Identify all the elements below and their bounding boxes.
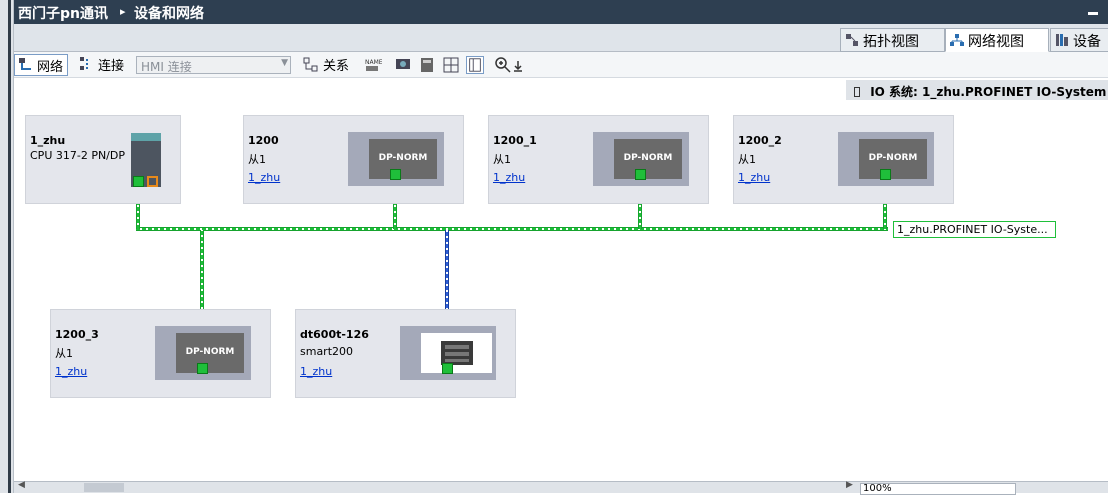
name-tag-icon[interactable]: NAME	[364, 56, 382, 74]
device-box-1200-2[interactable]: 1200_2 从1 1_zhu DP-NORM	[733, 115, 954, 204]
profinet-port[interactable]	[197, 363, 208, 374]
device-page-icon[interactable]	[418, 56, 436, 74]
device-type: 从1	[738, 153, 756, 166]
device-name: 1200_2	[738, 134, 782, 147]
breadcrumb-separator-icon: ▸	[120, 5, 126, 18]
network-mode-label: 网络	[37, 60, 64, 75]
tab-device-view[interactable]: 设备视	[1050, 28, 1108, 70]
connect-mode-icon	[80, 57, 88, 70]
dp-port[interactable]	[147, 176, 158, 187]
dp-norm-module: DP-NORM	[369, 139, 437, 179]
zoom-value: 100%	[863, 483, 892, 494]
scroll-right-icon[interactable]: ▶	[846, 480, 853, 490]
tab-label: 拓扑视图	[863, 34, 919, 50]
scroll-left-icon[interactable]: ◀	[18, 480, 25, 490]
ethernet-port[interactable]	[442, 363, 453, 374]
title-bar: 西门子pn通讯 ▸ 设备和网络	[14, 0, 1108, 24]
device-box-1200-1[interactable]: 1200_1 从1 1_zhu DP-NORM	[488, 115, 709, 204]
profinet-port[interactable]	[880, 169, 891, 180]
device-name: 1_zhu	[30, 134, 66, 147]
connect-mode-label: 连接	[98, 59, 125, 74]
breadcrumb-project[interactable]: 西门子pn通讯	[18, 3, 108, 23]
profinet-port[interactable]	[635, 169, 646, 180]
device-name: 1200_1	[493, 134, 537, 147]
breadcrumb-page[interactable]: 设备和网络	[134, 3, 204, 23]
page-layout-icon[interactable]	[466, 56, 484, 74]
network-label[interactable]: 1_zhu.PROFINET IO-Syste...	[893, 221, 1056, 238]
io-controller-link[interactable]: 1_zhu	[248, 171, 280, 184]
relation-icon[interactable]	[302, 56, 320, 74]
tab-topology-view[interactable]: 拓扑视图	[840, 28, 945, 52]
io-system-label: IO 系统: 1_zhu.PROFINET IO-System (100)	[870, 85, 1108, 99]
device-box-1200-3[interactable]: 1200_3 从1 1_zhu DP-NORM	[50, 309, 271, 398]
io-controller-link[interactable]: 1_zhu	[738, 171, 770, 184]
io-controller-link[interactable]: 1_zhu	[55, 365, 87, 378]
grid-view-icon[interactable]	[442, 56, 460, 74]
tab-network-view[interactable]: 网络视图	[945, 28, 1049, 52]
io-system-indicator[interactable]: IO 系统: 1_zhu.PROFINET IO-System (100)	[846, 80, 1108, 100]
dp-norm-module: DP-NORM	[176, 333, 244, 373]
zoom-select[interactable]: 100%	[860, 483, 1016, 495]
device-type: smart200	[300, 345, 354, 358]
device-type: 从1	[248, 153, 266, 166]
device-box-1200[interactable]: 1200 从1 1_zhu DP-NORM	[243, 115, 464, 204]
chevron-down-icon: ▼	[281, 58, 288, 68]
cpu-module-icon	[131, 133, 161, 187]
relation-label[interactable]: 关系	[323, 55, 349, 75]
io-controller-link[interactable]: 1_zhu	[300, 365, 332, 378]
svg-text:NAME: NAME	[365, 59, 382, 66]
network-icon	[950, 34, 964, 46]
bottom-scroll-bar[interactable]: ◀ ▶ 100%	[14, 480, 1108, 495]
pin-icon	[854, 87, 860, 97]
minimize-icon[interactable]	[1088, 12, 1098, 15]
hmi-connection-select[interactable]: HMI 连接 ▼	[136, 56, 291, 74]
dp-norm-module: DP-NORM	[614, 139, 682, 179]
device-type: 从1	[55, 347, 73, 360]
view-tab-bar: 拓扑视图 网络视图 设备视	[14, 24, 1108, 70]
scroll-thumb[interactable]	[84, 483, 124, 492]
show-addresses-icon[interactable]	[394, 56, 412, 74]
topology-icon	[846, 34, 858, 46]
device-type: CPU 317-2 PN/DP	[30, 149, 125, 162]
connect-mode-button[interactable]: 连接	[76, 54, 130, 76]
smart200-plc-icon	[421, 333, 492, 373]
device-name: dt600t-126	[300, 328, 369, 341]
left-side-strip	[0, 0, 14, 493]
network-mode-button[interactable]: 网络	[14, 54, 68, 76]
hmi-connection-value: HMI 连接	[141, 60, 192, 74]
device-name: 1200_3	[55, 328, 99, 341]
device-box-dt600t-126[interactable]: dt600t-126 smart200 1_zhu	[295, 309, 516, 398]
tab-label: 网络视图	[968, 34, 1024, 50]
dp-norm-module: DP-NORM	[859, 139, 927, 179]
device-type: 从1	[493, 153, 511, 166]
network-toolbar: 网络 连接 HMI 连接 ▼ 关系 NAME	[14, 52, 1108, 78]
zoom-in-icon[interactable]	[494, 56, 512, 74]
profinet-port[interactable]	[133, 176, 144, 187]
io-controller-link[interactable]: 1_zhu	[493, 171, 525, 184]
profinet-port[interactable]	[390, 169, 401, 180]
download-icon[interactable]	[512, 56, 524, 74]
device-icon	[1056, 34, 1068, 46]
device-box-1-zhu[interactable]: 1_zhu CPU 317-2 PN/DP	[25, 115, 181, 204]
profinet-bus-line[interactable]	[136, 227, 888, 231]
network-mode-icon	[19, 58, 31, 70]
device-name: 1200	[248, 134, 279, 147]
